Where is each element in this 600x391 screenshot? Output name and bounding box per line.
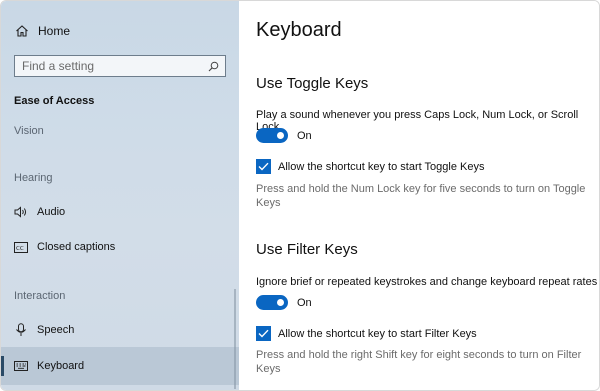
checkmark-icon: [258, 162, 269, 171]
microphone-icon: [14, 323, 28, 337]
sidebar-item-label: Closed captions: [37, 241, 116, 253]
filter-keys-shortcut-checkbox-row[interactable]: Allow the shortcut key to start Filter K…: [256, 326, 477, 341]
sidebar-item-label: Speech: [37, 324, 75, 336]
filter-keys-description: Ignore brief or repeated keystrokes and …: [256, 276, 598, 288]
page-title: Keyboard: [256, 19, 342, 41]
sidebar-item-speech[interactable]: Speech: [14, 323, 74, 337]
toggle-keys-shortcut-checkbox-row[interactable]: Allow the shortcut key to start Toggle K…: [256, 159, 484, 174]
toggle-keys-shortcut-label: Allow the shortcut key to start Toggle K…: [278, 160, 485, 173]
sidebar-scrollbar[interactable]: [234, 289, 236, 389]
sidebar-item-label: Audio: [37, 206, 66, 218]
group-label-interaction: Interaction: [14, 290, 66, 302]
toggle-keys-shortcut-checkbox[interactable]: [256, 159, 271, 174]
sidebar-item-keyboard[interactable]: Keyboard: [14, 359, 84, 373]
toggle-keys-heading: Use Toggle Keys: [256, 75, 369, 92]
closed-captions-icon: CC: [14, 240, 28, 254]
filter-keys-switch-row[interactable]: On: [256, 295, 312, 310]
filter-keys-shortcut-label: Allow the shortcut key to start Filter K…: [278, 327, 477, 340]
group-label-hearing: Hearing: [14, 172, 53, 184]
section-title: Ease of Access: [14, 95, 95, 107]
svg-text:CC: CC: [16, 245, 24, 251]
toggle-keys-switch[interactable]: [256, 128, 288, 143]
toggle-knob: [277, 132, 284, 139]
checkmark-icon: [258, 329, 269, 338]
group-label-vision: Vision: [14, 125, 44, 137]
sidebar-item-closed-captions[interactable]: CC Closed captions: [14, 240, 115, 254]
filter-keys-shortcut-checkbox[interactable]: [256, 326, 271, 341]
speaker-icon: [14, 205, 28, 219]
filter-keys-heading: Use Filter Keys: [256, 241, 358, 258]
sidebar: Home Find a setting Ease of Access Visio…: [1, 1, 239, 390]
settings-window: Home Find a setting Ease of Access Visio…: [0, 0, 600, 391]
home-label: Home: [38, 24, 71, 38]
sidebar-item-label: Keyboard: [37, 360, 85, 372]
toggle-knob: [277, 299, 284, 306]
selection-indicator: [1, 356, 4, 376]
filter-keys-switch[interactable]: [256, 295, 288, 310]
toggle-keys-hint: Press and hold the Num Lock key for five…: [256, 183, 586, 209]
search-icon[interactable]: [207, 60, 219, 72]
sidebar-item-audio[interactable]: Audio: [14, 205, 65, 219]
home-icon: [14, 23, 30, 39]
filter-keys-hint: Press and hold the right Shift key for e…: [256, 349, 582, 375]
keyboard-icon: [14, 359, 28, 373]
search-placeholder: Find a setting: [22, 59, 95, 73]
nav-home[interactable]: Home: [14, 23, 70, 39]
search-input[interactable]: Find a setting: [14, 55, 226, 77]
main-panel: Keyboard Use Toggle Keys Play a sound wh…: [239, 1, 599, 390]
filter-keys-state: On: [297, 296, 312, 309]
toggle-keys-state: On: [297, 129, 312, 142]
toggle-keys-switch-row[interactable]: On: [256, 128, 312, 143]
